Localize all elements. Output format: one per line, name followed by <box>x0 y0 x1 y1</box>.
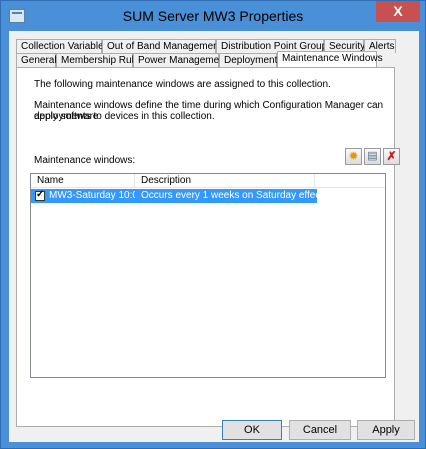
delete-icon[interactable]: ✗ <box>383 148 400 165</box>
title-bar[interactable]: SUM Server MW3 Properties X <box>1 1 425 31</box>
properties-icon[interactable]: ▤ <box>364 148 381 165</box>
column-header-description[interactable]: Description <box>135 174 315 188</box>
row-name: MW3-Saturday 10:0... <box>49 190 135 201</box>
close-button[interactable]: X <box>376 1 420 22</box>
tab-collection-variables[interactable]: Collection Variables <box>16 39 109 53</box>
tab-row-2: General Membership Rules Power Managemen… <box>16 51 395 68</box>
properties-window: SUM Server MW3 Properties X Collection V… <box>0 0 426 449</box>
tab-out-of-band-management[interactable]: Out of Band Management <box>102 39 222 53</box>
table-row[interactable]: MW3-Saturday 10:0... Occurs every 1 week… <box>31 189 317 203</box>
intro-text: The following maintenance windows are as… <box>34 79 331 90</box>
ok-button[interactable]: OK <box>222 420 282 440</box>
maintenance-windows-label: Maintenance windows: <box>34 155 136 166</box>
description-line-2: deployments to devices in this collectio… <box>34 111 215 122</box>
list-header: Name Description <box>31 174 385 188</box>
apply-button[interactable]: Apply <box>357 420 415 440</box>
row-description: Occurs every 1 weeks on Saturday effec..… <box>141 190 317 201</box>
tab-maintenance-windows[interactable]: Maintenance Windows <box>277 51 383 68</box>
tab-power-management[interactable]: Power Management <box>133 53 228 67</box>
maintenance-windows-panel: The following maintenance windows are as… <box>16 67 400 427</box>
maintenance-windows-list[interactable]: Name Description MW3-Saturday 10:0... Oc… <box>30 173 386 378</box>
cancel-button[interactable]: Cancel <box>289 420 351 440</box>
tab-general[interactable]: General <box>16 53 57 67</box>
tab-deployments[interactable]: Deployments <box>219 53 282 67</box>
tab-membership-rules[interactable]: Membership Rules <box>56 53 144 67</box>
window-title: SUM Server MW3 Properties <box>122 8 304 24</box>
column-header-name[interactable]: Name <box>31 174 135 188</box>
dialog-body: Collection Variables Out of Band Managem… <box>9 31 419 442</box>
row-checkbox[interactable] <box>35 189 45 201</box>
new-icon[interactable]: ✹ <box>345 148 362 165</box>
